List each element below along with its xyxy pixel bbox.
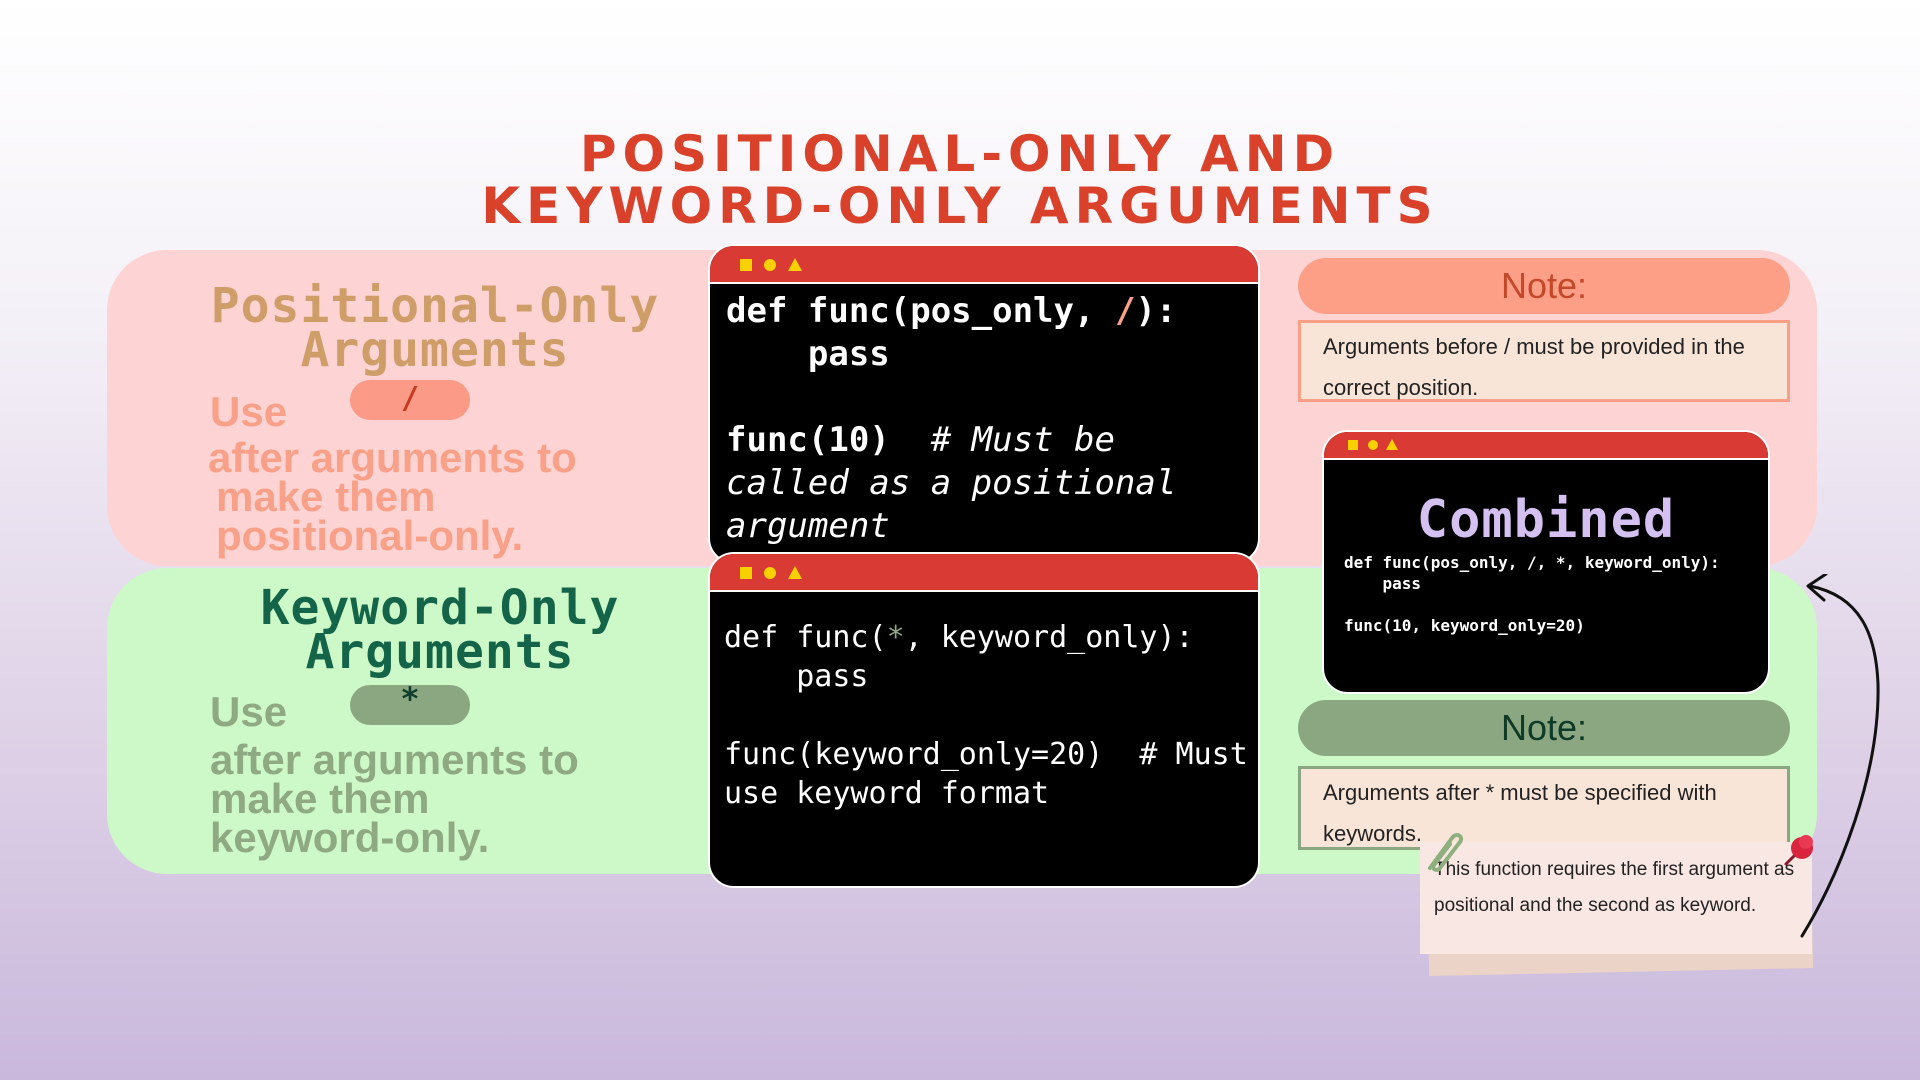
triangle-dot-icon — [788, 258, 802, 271]
code-line: func(keyword_only=20) # Must — [724, 737, 1248, 772]
paperclip-icon — [1428, 833, 1463, 872]
code-text: ): — [1135, 291, 1177, 331]
slash-pill: / — [350, 380, 470, 420]
title-line-1: Positional-Only and — [579, 125, 1341, 183]
combined-code-window: Combined def func(pos_only, /, *, keywor… — [1322, 430, 1770, 694]
note-1-body: Arguments before / must be provided in t… — [1298, 320, 1790, 402]
note-1-line-2: correct position. — [1323, 375, 1479, 400]
code-line: def func(*, keyword_only): — [724, 618, 1258, 657]
keyword-desc-line-1: after arguments to — [210, 736, 579, 783]
note-1-line-1: Arguments before / must be provided in t… — [1323, 334, 1745, 359]
sticky-line-2: positional and the second as keyword. — [1434, 895, 1757, 916]
code-text: , keyword_only): — [904, 620, 1194, 655]
sticky-line-1: This function requires the first argumen… — [1434, 859, 1795, 880]
note-2-label: Note: — [1298, 700, 1790, 756]
code-line: use keyword format — [724, 776, 1050, 811]
combined-heading: Combined — [1416, 490, 1676, 550]
positional-heading-line-2: Arguments — [300, 322, 570, 378]
note-2-body: Arguments after * must be specified with… — [1298, 766, 1790, 850]
sticky-note: This function requires the first argumen… — [1420, 842, 1812, 954]
code-comment: # Must be — [889, 420, 1115, 460]
code-line: def func(pos_only, /, *, keyword_only): — [1344, 553, 1720, 572]
keyword-description: after arguments to make them keyword-onl… — [210, 736, 650, 861]
positional-heading: Positional-Only Arguments — [190, 282, 680, 378]
title-line-2: Keyword-Only Arguments — [481, 177, 1439, 235]
window-titlebar — [710, 246, 1258, 284]
star-pill: * — [350, 683, 470, 725]
triangle-dot-icon — [788, 566, 802, 579]
code-line: def func(pos_only, /): — [726, 290, 1258, 333]
code-line: called as a positional — [726, 463, 1177, 503]
keyword-code-window: def func(*, keyword_only): pass func(key… — [708, 552, 1260, 888]
code-text: def func( — [724, 620, 887, 655]
code-line: pass — [724, 659, 869, 694]
code-line: pass — [1344, 574, 1422, 593]
window-titlebar — [1324, 432, 1768, 460]
note-1-label: Note: — [1298, 258, 1790, 314]
curved-arrow-icon — [1800, 574, 1880, 938]
square-dot-icon — [740, 259, 752, 271]
keyword-heading: Keyword-Only Arguments — [210, 584, 670, 680]
positional-description: after arguments to make them positional-… — [208, 434, 648, 559]
triangle-dot-icon — [1386, 439, 1398, 450]
keyword-code: def func(*, keyword_only): pass func(key… — [710, 592, 1258, 813]
square-dot-icon — [740, 567, 752, 579]
positional-desc-line-3: positional-only. — [216, 512, 524, 559]
positional-code: def func(pos_only, /): pass func(10) # M… — [710, 284, 1258, 548]
code-line: pass — [726, 334, 890, 374]
keyword-desc-line-3: keyword-only. — [210, 814, 490, 861]
keyword-heading-line-2: Arguments — [305, 624, 575, 680]
combined-code: def func(pos_only, /, *, keyword_only): … — [1324, 550, 1768, 636]
circle-dot-icon — [764, 259, 776, 271]
code-text: def func(pos_only, — [726, 291, 1115, 331]
keyword-use-label: Use — [210, 688, 288, 735]
code-line: argument — [726, 506, 890, 546]
keyword-desc-line-2: make them — [210, 775, 430, 822]
window-titlebar — [710, 554, 1258, 592]
positional-desc-line-1: after arguments to — [208, 434, 577, 481]
positional-use-label: Use — [210, 388, 288, 435]
code-slash: / — [1114, 291, 1136, 331]
page-title: Positional-Only and Keyword-Only Argumen… — [0, 128, 1920, 232]
code-line: func(10, keyword_only=20) — [1344, 616, 1585, 635]
circle-dot-icon — [764, 567, 776, 579]
circle-dot-icon — [1368, 440, 1378, 450]
square-dot-icon — [1348, 440, 1358, 450]
note-2-line-1: Arguments after * must be specified with — [1323, 780, 1717, 805]
code-text: func(10) — [726, 420, 890, 460]
positional-code-window: def func(pos_only, /): pass func(10) # M… — [708, 244, 1260, 564]
positional-desc-line-2: make them — [216, 473, 436, 520]
code-star: * — [886, 620, 905, 655]
code-line: func(10) # Must be — [726, 419, 1258, 462]
